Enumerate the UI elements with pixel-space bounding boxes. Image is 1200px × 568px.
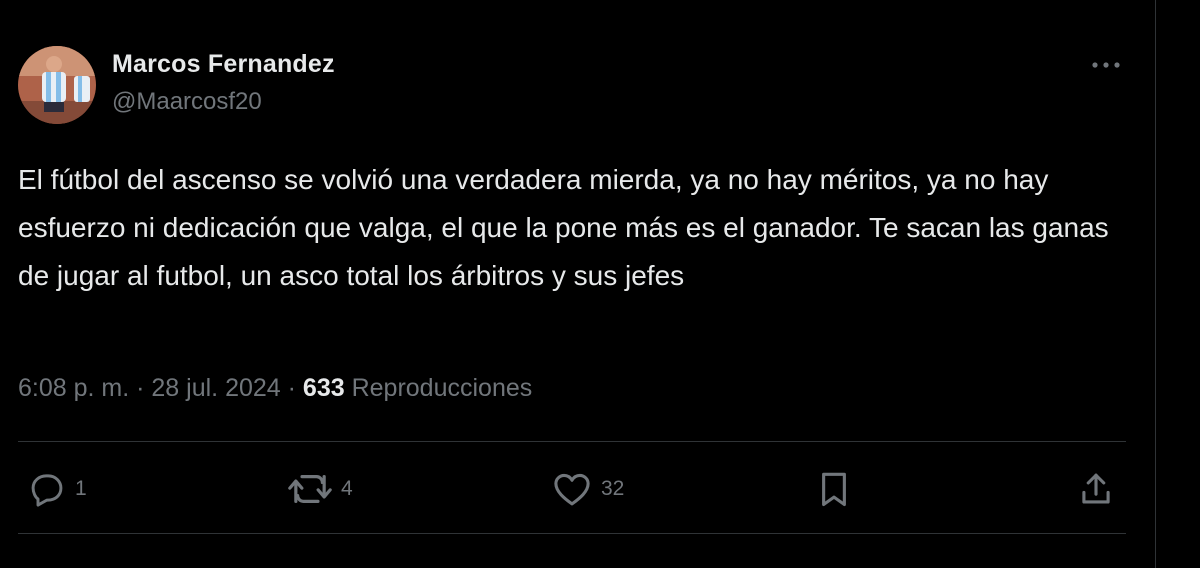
author-handle[interactable]: @Maarcosf20 xyxy=(112,88,262,116)
bookmark-button[interactable] xyxy=(815,468,853,510)
bookmark-icon xyxy=(822,472,846,507)
views-count: 633 xyxy=(302,374,345,402)
reply-icon xyxy=(31,474,63,507)
like-count: 32 xyxy=(601,477,625,500)
repost-button[interactable]: 4 xyxy=(287,468,353,510)
reply-count: 1 xyxy=(75,477,87,500)
author-display-name[interactable]: Marcos Fernandez xyxy=(112,50,335,79)
divider xyxy=(18,441,1126,442)
meta-separator: · xyxy=(136,374,145,402)
avatar-photo xyxy=(18,46,96,124)
tweet-date[interactable]: 28 jul. 2024 xyxy=(151,374,280,402)
tweet-meta: 6:08 p. m. · 28 jul. 2024 · 633 Reproduc… xyxy=(18,374,532,403)
tweet-text: El fútbol del ascenso se volvió una verd… xyxy=(18,164,1109,291)
like-button[interactable]: 32 xyxy=(551,468,624,510)
meta-separator: · xyxy=(287,374,296,402)
views-label: Reproducciones xyxy=(351,374,533,402)
more-options-button[interactable] xyxy=(1088,50,1124,80)
reply-button[interactable]: 1 xyxy=(27,468,87,510)
more-horizontal-icon xyxy=(1092,62,1120,68)
share-icon xyxy=(1082,473,1110,504)
divider xyxy=(18,533,1126,534)
heart-icon xyxy=(554,473,590,506)
repost-icon xyxy=(288,475,332,503)
column-divider xyxy=(1155,0,1156,568)
repost-count: 4 xyxy=(341,477,353,500)
share-button[interactable] xyxy=(1078,468,1114,510)
tweet-time[interactable]: 6:08 p. m. xyxy=(18,374,129,402)
tweet-page: Marcos Fernandez @Maarcosf20 El fútbol d… xyxy=(0,0,1200,568)
avatar[interactable] xyxy=(18,46,96,124)
